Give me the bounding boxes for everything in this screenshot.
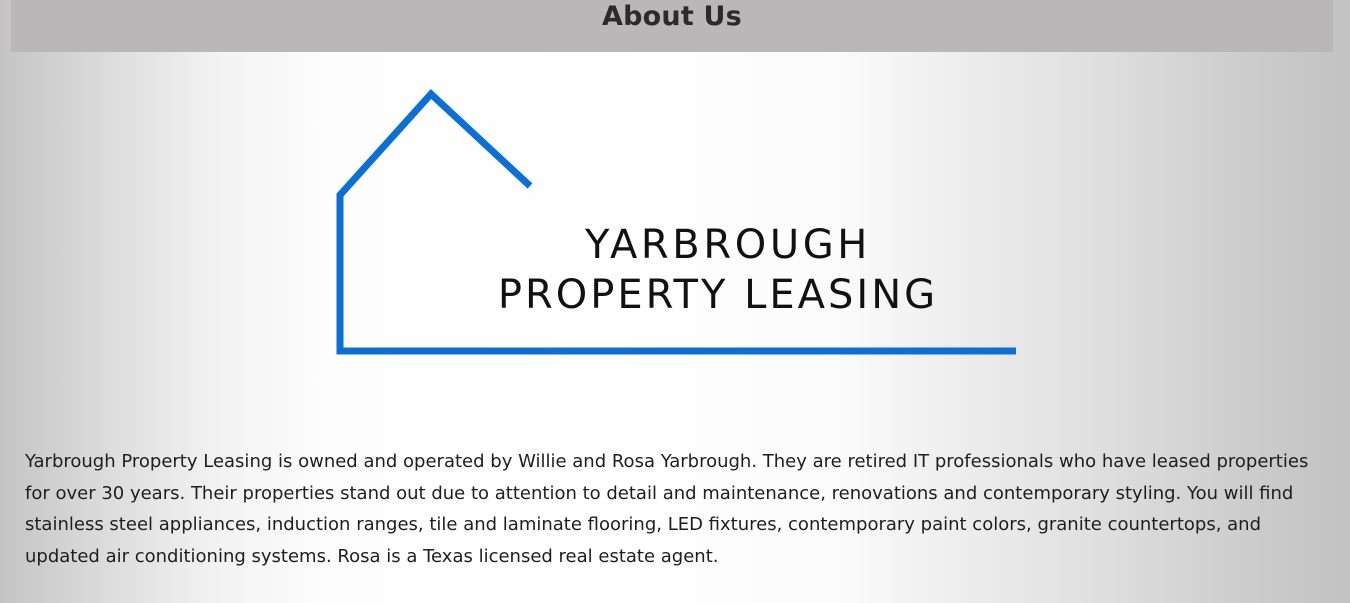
about-paragraph: Yarbrough Property Leasing is owned and … — [25, 451, 1309, 567]
about-page: About Us YARBROUGH PROPERTY LEASING Yarb… — [0, 0, 1350, 603]
header-bar: About Us — [11, 0, 1333, 52]
logo-text-line1: YARBROUGH — [585, 222, 871, 268]
page-title: About Us — [602, 1, 742, 32]
company-logo: YARBROUGH PROPERTY LEASING — [330, 86, 1030, 366]
logo-text-line2: PROPERTY LEASING — [497, 272, 939, 318]
